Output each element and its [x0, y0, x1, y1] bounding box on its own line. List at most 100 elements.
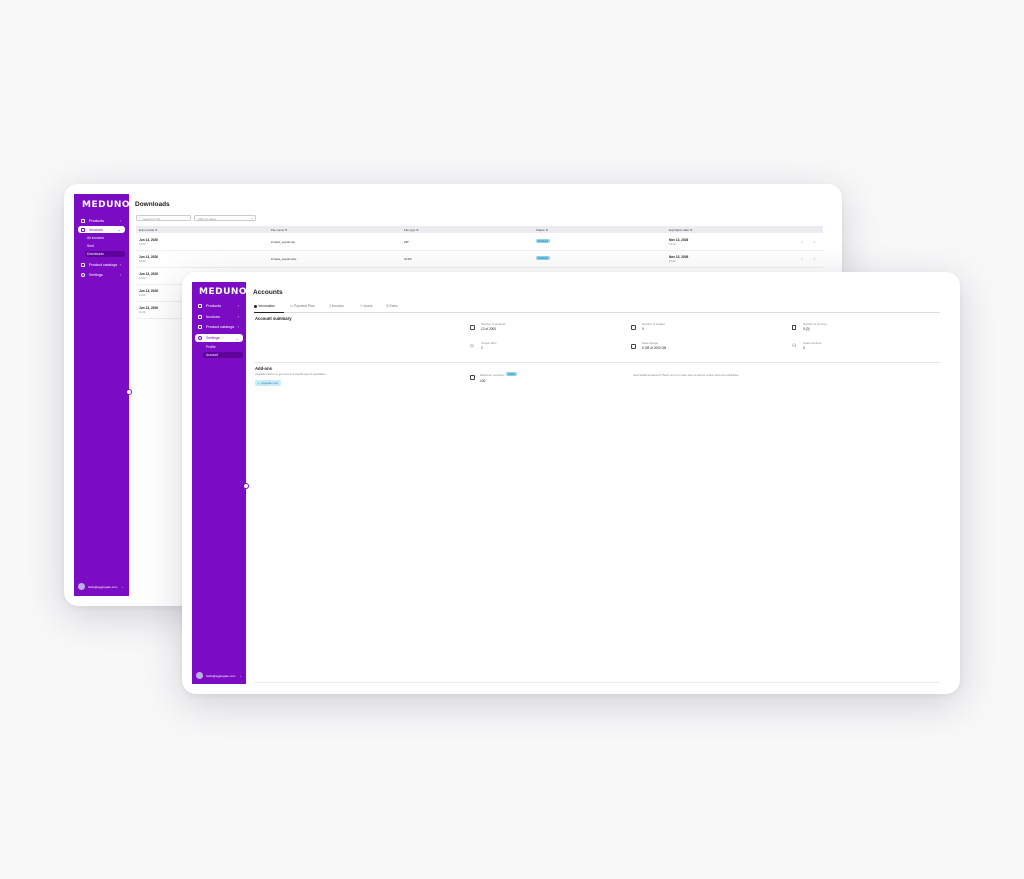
summary-value: 3 — [803, 346, 805, 350]
chevron-right-icon: › — [119, 218, 121, 223]
tab-label: Invoices — [331, 304, 344, 308]
sidebar-subitem-downloads[interactable]: Downloads — [85, 251, 125, 257]
status-badge: Finished — [536, 256, 550, 260]
delete-icon[interactable]: ▫ — [801, 256, 802, 261]
sidebar-item-label: Settings — [206, 336, 220, 340]
sidebar-item-label: Products — [89, 218, 104, 223]
column-header-export-date[interactable]: Export date ⇅ — [139, 228, 158, 232]
search-placeholder: Search for file — [143, 217, 161, 221]
user-menu[interactable]: hello@aggregate.com › — [196, 672, 243, 679]
file-name: invoice_export.zip — [271, 240, 296, 244]
status-badge: Finished — [536, 239, 550, 243]
tab-label: Information — [258, 304, 276, 308]
sidebar-item-products[interactable]: Products › — [78, 217, 125, 224]
page-title: Downloads — [135, 201, 170, 208]
sidebar-item-product-catalogs[interactable]: Product catalogs › — [195, 323, 243, 330]
status-filter-select[interactable]: Filter by status ⌄ — [194, 215, 256, 221]
sidebar-item-settings[interactable]: Settings › — [78, 271, 125, 278]
collapse-sidebar-button[interactable] — [243, 483, 249, 489]
user-email: hello@aggregate.com — [206, 673, 236, 678]
column-header-file-name[interactable]: File name ⇅ — [271, 228, 288, 232]
column-header-file-type[interactable]: File type ⇅ — [404, 228, 419, 232]
download-icon[interactable]: ↓ — [813, 256, 815, 261]
upgrade-button[interactable]: + Upgrade now — [255, 380, 281, 386]
sidebar-item-product-catalogs[interactable]: Product catalogs › — [78, 261, 125, 268]
sidebar-item-invoices[interactable]: Invoices ⌄ — [78, 226, 125, 233]
summary-label: Total members — [803, 341, 822, 345]
addons-description: Upgrade features or get more of a specif… — [255, 373, 326, 376]
table-header: Export date ⇅ File name ⇅ File type ⇅ St… — [136, 226, 823, 233]
export-time: 12:44 — [139, 260, 146, 263]
chevron-right-icon: › — [237, 314, 239, 319]
section-divider — [254, 362, 940, 363]
gear-icon — [198, 336, 202, 340]
column-header-expiration-date[interactable]: Expiration date ⇅ — [669, 228, 692, 232]
file-type: XLSX — [404, 257, 412, 261]
tab-information[interactable]: Information — [254, 304, 275, 308]
chevron-down-icon: ⌄ — [235, 335, 239, 341]
addon-note: Need additional features? Reach out to o… — [633, 374, 739, 377]
sidebar-subitem-sent[interactable]: Sent — [87, 244, 94, 248]
box-icon — [81, 218, 85, 223]
expiration-time: 12:44 — [669, 260, 676, 263]
image-icon — [631, 325, 636, 330]
export-date: Jun 13, 2026 — [139, 238, 158, 242]
search-icon: ⌕ — [138, 216, 141, 220]
export-date: Jun 13, 2026 — [139, 289, 158, 293]
sidebar-item-label: Invoices — [89, 227, 103, 232]
sidebar-item-products[interactable]: Products › — [195, 302, 243, 309]
export-date: Jun 13, 2026 — [139, 306, 158, 310]
page-title: Accounts — [253, 289, 283, 296]
bottom-divider — [254, 682, 940, 683]
plus-icon: + — [258, 381, 260, 385]
summary-value: 2 — [481, 346, 483, 350]
sidebar-item-label: Settings — [89, 272, 103, 277]
file-name: invoice_export.xlsx — [271, 257, 297, 261]
accounts-window: MEDUNO Products › Invoices › Product cat… — [182, 272, 960, 694]
sidebar: MEDUNO Products › Invoices › Product cat… — [192, 282, 248, 684]
invoice-icon — [198, 314, 202, 319]
sidebar-subitem-account[interactable]: Account — [203, 352, 243, 358]
tab-label: Roles — [389, 304, 398, 308]
delete-icon[interactable]: ▫ — [801, 239, 802, 244]
expiration-date: Nov 13, 2026 — [669, 255, 689, 259]
sidebar-item-invoices[interactable]: Invoices › — [195, 313, 243, 320]
tab-users[interactable]: ⚇ Users — [360, 304, 372, 308]
chevron-down-icon: ⌄ — [250, 215, 254, 220]
accounts-screen: MEDUNO Products › Invoices › Product cat… — [192, 282, 942, 684]
collapse-sidebar-button[interactable] — [126, 389, 132, 395]
upgrade-label: Upgrade now — [261, 381, 278, 385]
status-badge: Active — [506, 372, 518, 376]
chevron-down-icon: ⌄ — [117, 227, 121, 232]
table-row[interactable]: Jun 13, 2026 12:44 invoice_export.xlsx X… — [136, 251, 823, 268]
chevron-right-icon: › — [122, 584, 123, 589]
tab-roles[interactable]: ⚲ Roles — [386, 304, 398, 308]
user-menu[interactable]: hello@aggregate.com › — [78, 583, 125, 590]
invoice-icon — [81, 227, 85, 232]
export-time: 12:00 — [139, 294, 146, 297]
download-icon[interactable]: ↓ — [813, 239, 815, 244]
sidebar-item-settings[interactable]: Settings ⌄ — [195, 334, 243, 342]
catalog-icon — [81, 262, 85, 267]
addons-title: Add-ons — [255, 366, 272, 371]
expiration-date: Nov 13, 2026 — [669, 238, 689, 242]
sidebar-subitem-all-invoices[interactable]: All invoices — [87, 236, 104, 240]
tab-payment-plan[interactable]: ▭ Payment Plan — [290, 304, 315, 308]
summary-label: Number of images — [642, 322, 665, 326]
file-type: ZIP — [404, 240, 409, 244]
tab-active-indicator — [254, 311, 284, 313]
column-header-status[interactable]: Status ⇅ — [536, 228, 548, 232]
summary-value: 0 (0) — [803, 327, 810, 331]
filter-placeholder: Filter by status — [198, 217, 217, 221]
table-row[interactable]: Jun 13, 2026 13:14 invoice_export.zip ZI… — [136, 234, 823, 251]
info-icon — [254, 304, 257, 308]
sidebar-subitem-profile[interactable]: Profile — [206, 345, 216, 349]
tab-label: Payment Plan — [294, 304, 315, 308]
sidebar-item-label: Invoices — [206, 314, 220, 319]
brand-logo: MEDUNO — [199, 287, 248, 297]
export-time: 12:22 — [139, 277, 146, 280]
summary-label: Data storage — [642, 341, 659, 345]
tab-invoices[interactable]: ▯ Invoices — [329, 304, 344, 308]
tag-icon: ◇ — [470, 343, 474, 349]
search-input[interactable]: ⌕ Search for file — [136, 215, 191, 221]
